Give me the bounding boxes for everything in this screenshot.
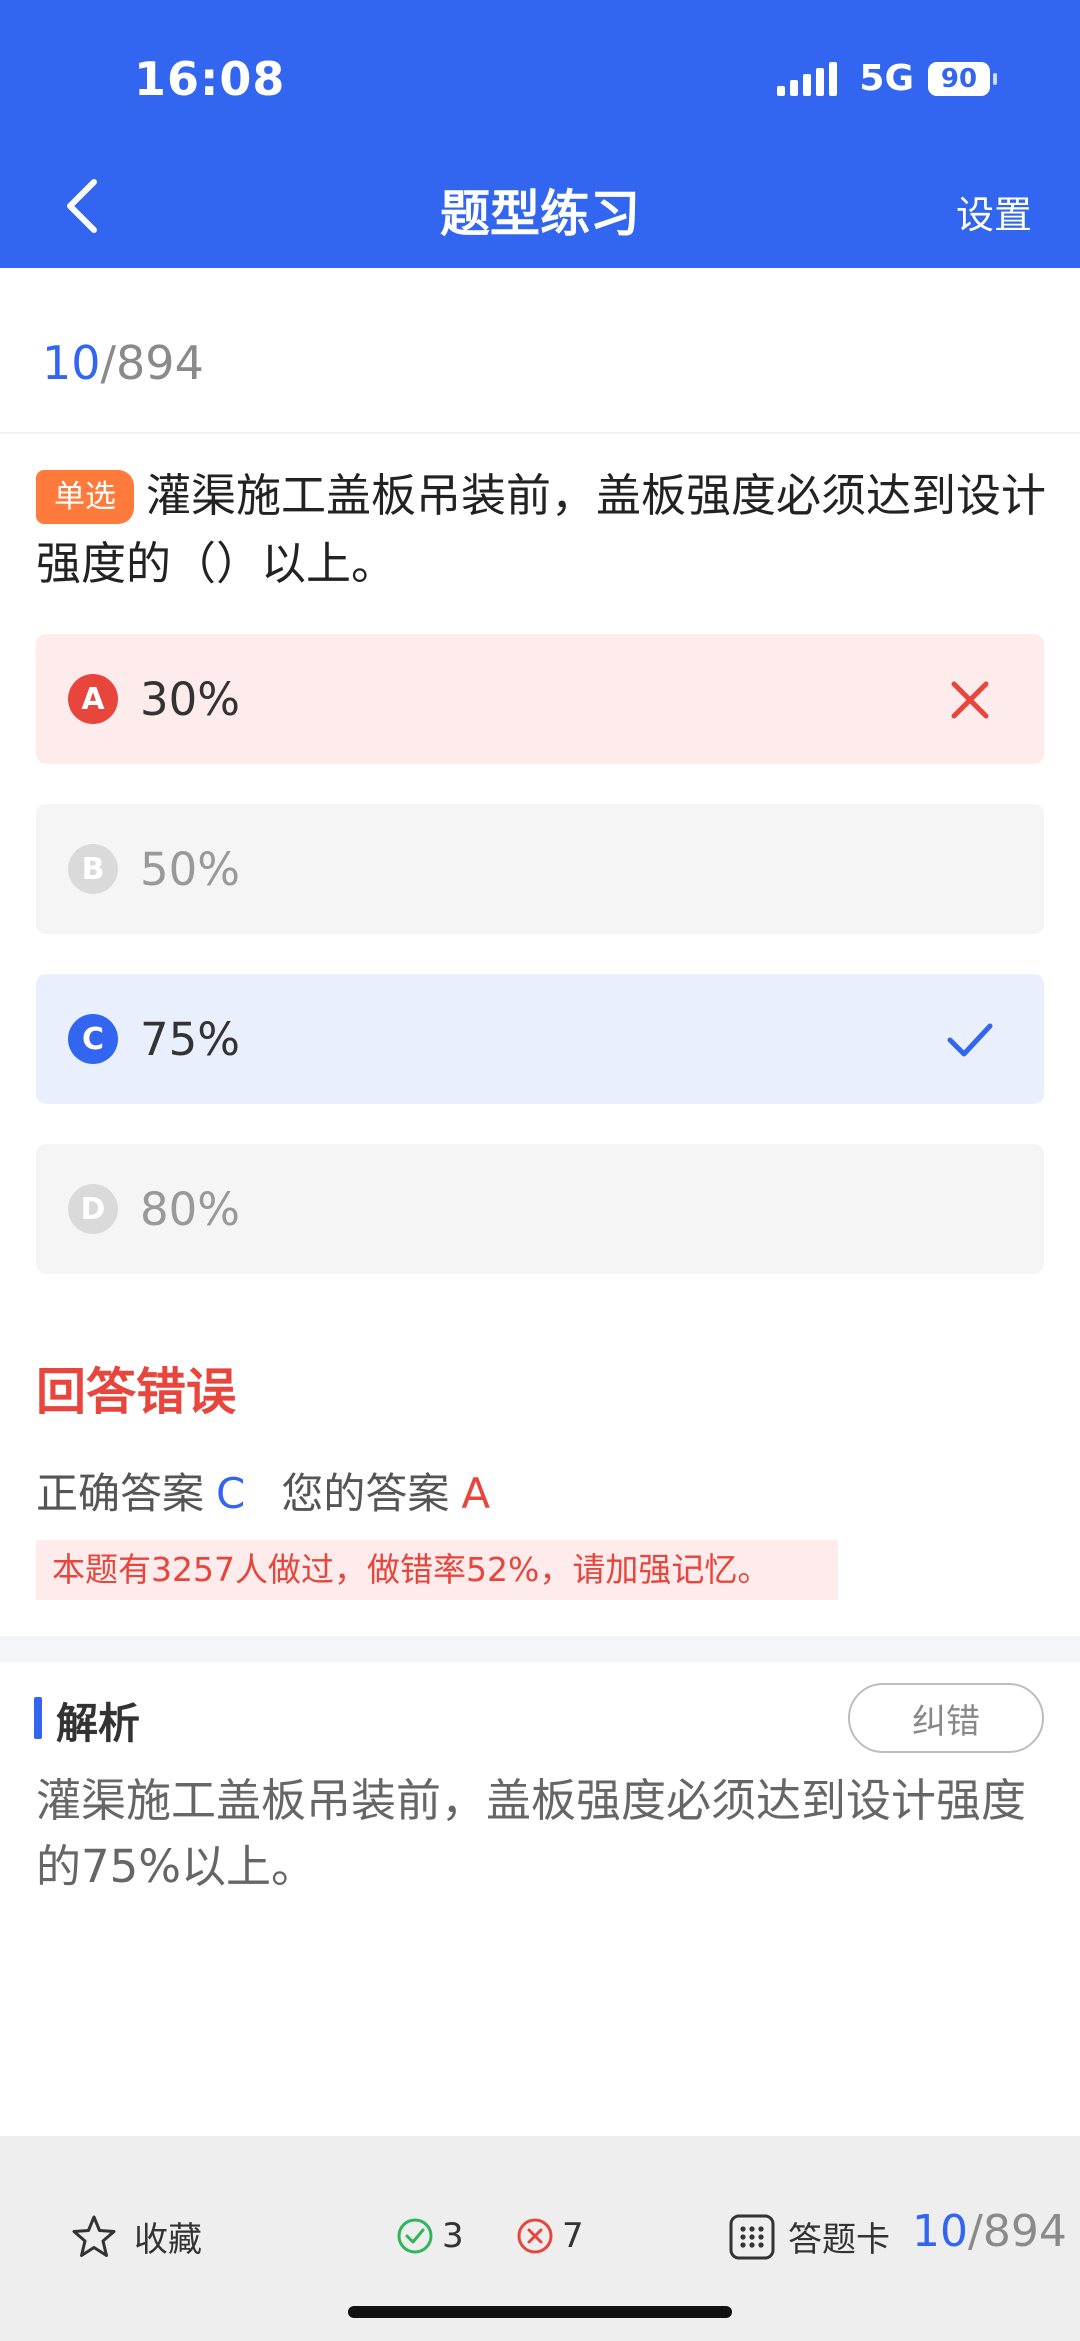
grid-icon: [729, 2214, 775, 2259]
total-questions: /894: [100, 336, 204, 390]
check-circle-icon: [397, 2218, 433, 2254]
signal-icon: [777, 61, 838, 96]
wrong-count-value: 7: [562, 2216, 584, 2256]
option-letter: A: [68, 674, 118, 724]
question-type-badge: 单选: [36, 470, 134, 524]
option-a[interactable]: A 30%: [36, 634, 1044, 764]
favorite-label: 收藏: [134, 2220, 202, 2260]
network-label: 5G: [859, 58, 914, 99]
option-text: 30%: [140, 672, 241, 726]
question-text-block: 单选 灌渠施工盖板吊装前，盖板强度必须达到设计强度的（）以上。: [36, 462, 1046, 598]
header: 16:08 5G 90 题型练习 设置: [0, 0, 1080, 268]
divider: [0, 432, 1080, 434]
battery-icon: 90: [928, 61, 997, 96]
wrong-count: 7: [516, 2216, 584, 2256]
battery-level: 90: [940, 63, 978, 94]
close-circle-icon: [517, 2218, 553, 2254]
error-rate-notice: 本题有3257人做过，做错率52%，请加强记忆。: [36, 1540, 838, 1600]
settings-button[interactable]: 设置: [956, 184, 1032, 239]
result-title: 回答错误: [36, 1363, 236, 1421]
question-text: 灌渠施工盖板吊装前，盖板强度必须达到设计强度的（）以上。: [36, 469, 1047, 590]
check-icon: [947, 1023, 993, 1057]
favorite-button[interactable]: 收藏: [70, 2212, 202, 2261]
bottom-current-number: 10: [912, 2206, 968, 2257]
option-text: 75%: [140, 1012, 241, 1066]
correct-answer-value: C: [216, 1469, 246, 1518]
answer-card-button[interactable]: 答题卡: [728, 2212, 890, 2261]
option-text: 80%: [140, 1182, 241, 1236]
option-letter: B: [68, 844, 118, 894]
bottom-question-counter: 10/894: [912, 2206, 1067, 2257]
analysis-text: 灌渠施工盖板吊装前，盖板强度必须达到设计强度的75%以上。: [36, 1774, 1027, 1893]
option-text: 50%: [140, 842, 241, 896]
close-icon: [951, 681, 989, 719]
current-question-number: 10: [42, 336, 101, 390]
your-answer-value: A: [461, 1469, 491, 1518]
option-letter: C: [68, 1014, 118, 1064]
question-counter: 10/894: [42, 336, 204, 390]
answer-card-label: 答题卡: [788, 2220, 890, 2260]
your-answer-label: 您的答案: [281, 1469, 450, 1518]
star-icon: [72, 2215, 116, 2257]
status-indicators: 5G 90: [777, 58, 997, 99]
bottom-total: /894: [968, 2206, 1067, 2257]
report-error-button[interactable]: 纠错: [848, 1683, 1044, 1753]
correct-count-value: 3: [442, 2216, 464, 2256]
page-title: 题型练习: [440, 185, 640, 243]
status-time: 16:08: [134, 52, 286, 106]
option-b[interactable]: B 50%: [36, 804, 1044, 934]
home-indicator: [348, 2306, 732, 2318]
option-c[interactable]: C 75%: [36, 974, 1044, 1104]
option-letter: D: [68, 1184, 118, 1234]
section-separator: [0, 1636, 1080, 1662]
option-d[interactable]: D 80%: [36, 1144, 1044, 1274]
analysis-accent-bar: [34, 1697, 42, 1739]
answer-summary: 正确答案 C 您的答案 A: [36, 1460, 490, 1521]
correct-answer-label: 正确答案: [36, 1469, 205, 1518]
correct-count: 3: [396, 2216, 464, 2256]
analysis-title: 解析: [56, 1699, 141, 1748]
